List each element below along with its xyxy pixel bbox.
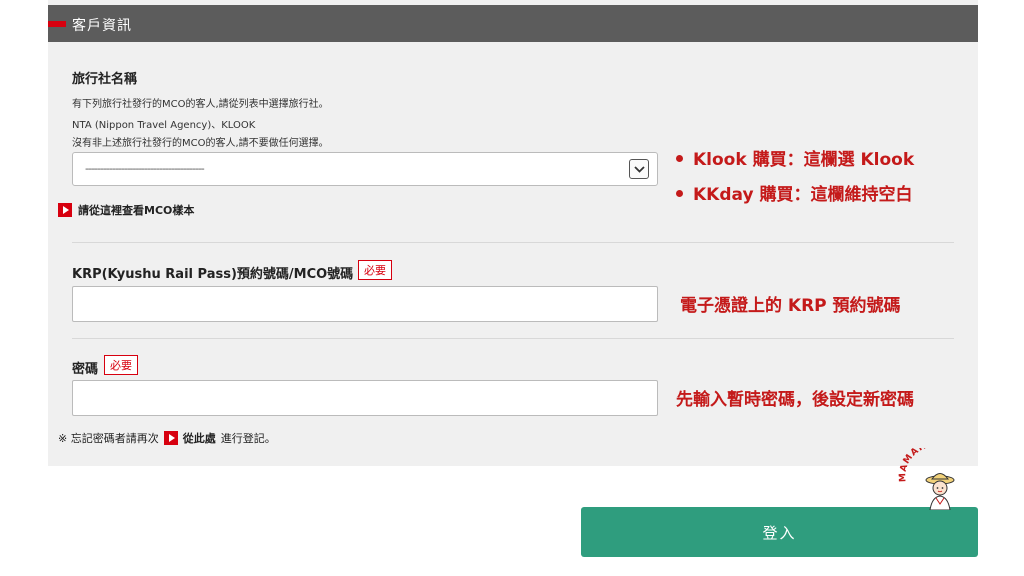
divider xyxy=(72,338,954,339)
password-required-badge: 必要 xyxy=(104,355,138,375)
divider xyxy=(72,242,954,243)
krp-label: KRP(Kyushu Rail Pass)預約號碼/MCO號碼 xyxy=(72,267,354,282)
password-input[interactable] xyxy=(72,380,658,416)
login-button[interactable]: 登入 xyxy=(581,507,978,557)
note-suffix: 進行登記。 xyxy=(220,432,276,445)
password-label: 密碼 xyxy=(72,362,99,377)
agency-select[interactable]: ---------------------------------------- xyxy=(72,152,658,186)
mco-sample-link[interactable]: 請從這裡查看MCO樣本 xyxy=(58,202,194,218)
agency-select-value: ---------------------------------------- xyxy=(85,162,205,175)
annotation-kkday-text: KKday 購買：這欄維持空白 xyxy=(693,185,913,205)
agency-desc-3: 沒有非上述旅行社發行的MCO的客人,請不要做任何選擇。 xyxy=(72,138,329,149)
bullet-icon xyxy=(676,154,683,162)
register-link[interactable]: 從此處 xyxy=(183,430,216,446)
bullet-icon xyxy=(676,189,683,197)
panel-header: 客戶資訊 xyxy=(48,5,978,42)
mamahuhu-logo: MAMAHUHU xyxy=(896,438,982,511)
agency-desc-1: 有下列旅行社發行的MCO的客人,請從列表中選擇旅行社。 xyxy=(72,99,329,110)
page: 客戶資訊 旅行社名稱 有下列旅行社發行的MCO的客人,請從列表中選擇旅行社。 N… xyxy=(0,0,1024,576)
panel-title: 客戶資訊 xyxy=(72,18,132,34)
note-prefix: ※ 忘記密碼者請再次 xyxy=(58,432,159,445)
agency-desc-2: NTA (Nippon Travel Agency)、KLOOK xyxy=(72,120,256,131)
agency-label: 旅行社名稱 xyxy=(72,72,138,87)
play-arrow-icon xyxy=(58,203,72,217)
annotation-klook-text: Klook 購買：這欄選 Klook xyxy=(693,150,915,170)
annotation-password-hint: 先輸入暫時密碼，後設定新密碼 xyxy=(676,390,914,410)
annotation-klook: Klook 購買：這欄選 Klook xyxy=(676,145,914,170)
krp-input[interactable] xyxy=(72,286,658,322)
krp-required-badge: 必要 xyxy=(358,260,392,280)
chevron-down-icon[interactable] xyxy=(629,159,649,179)
mco-sample-link-text: 請從這裡查看MCO樣本 xyxy=(78,204,195,217)
annotation-kkday: KKday 購買：這欄維持空白 xyxy=(676,180,912,205)
forgot-password-note: ※ 忘記密碼者請再次 從此處 進行登記。 xyxy=(58,430,276,446)
play-arrow-icon xyxy=(163,431,178,445)
annotation-krp-hint: 電子憑證上的 KRP 預約號碼 xyxy=(680,296,901,316)
header-marker xyxy=(48,21,66,27)
